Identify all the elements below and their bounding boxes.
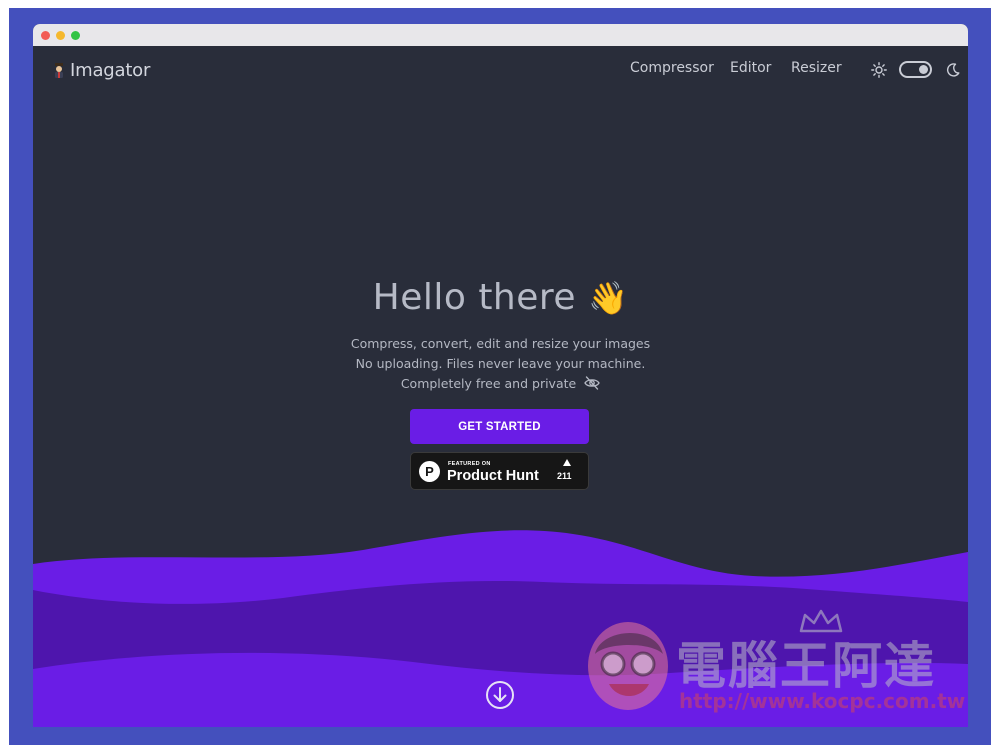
minimize-window-button[interactable] (56, 31, 65, 40)
hero-title: Hello there 👋 (33, 277, 968, 318)
nav-resizer-link[interactable]: Resizer (791, 60, 842, 76)
theme-toggle[interactable] (899, 61, 932, 78)
maximize-window-button[interactable] (71, 31, 80, 40)
window-titlebar (33, 24, 968, 46)
hero-line-1: Compress, convert, edit and resize your … (350, 336, 651, 351)
watermark-url: http://www.kocpc.com.tw (679, 689, 966, 713)
watermark: 電腦王阿達 http://www.kocpc.com.tw (581, 609, 965, 724)
moon-icon (946, 63, 960, 77)
watermark-title: 電腦王阿達 (676, 637, 936, 695)
hero-line-2: No uploading. Files never leave your mac… (355, 356, 646, 371)
sun-icon (871, 62, 887, 78)
product-hunt-featured-label: FEATURED ON (448, 461, 491, 467)
browser-window: Imagator Compressor Editor Resizer Hello… (33, 24, 968, 727)
eye-off-icon (584, 376, 600, 390)
arrow-down-circle-icon[interactable] (485, 680, 515, 710)
close-window-button[interactable] (41, 31, 50, 40)
product-hunt-badge[interactable]: P FEATURED ON Product Hunt 211 (410, 452, 589, 490)
hero-title-text: Hello there (372, 277, 577, 318)
upvote-arrow-icon (563, 459, 571, 466)
product-hunt-name: Product Hunt (447, 468, 539, 484)
imagator-logo-icon (55, 63, 63, 78)
product-hunt-logo-icon: P (419, 461, 440, 482)
hero-line-3-text: Completely free and private (400, 376, 577, 391)
get-started-button[interactable]: GET STARTED (410, 409, 589, 444)
waving-hand-icon: 👋 (588, 279, 629, 317)
nav-editor-link[interactable]: Editor (730, 60, 771, 76)
hero-line-3: Completely free and private (33, 376, 968, 391)
watermark-mascot-icon (588, 622, 668, 710)
brand-name: Imagator (70, 59, 151, 81)
brand-logo-link[interactable]: Imagator (53, 58, 150, 82)
nav-compressor-link[interactable]: Compressor (630, 60, 714, 76)
theme-toggle-knob (919, 65, 928, 74)
product-hunt-upvote-count: 211 (557, 471, 572, 481)
